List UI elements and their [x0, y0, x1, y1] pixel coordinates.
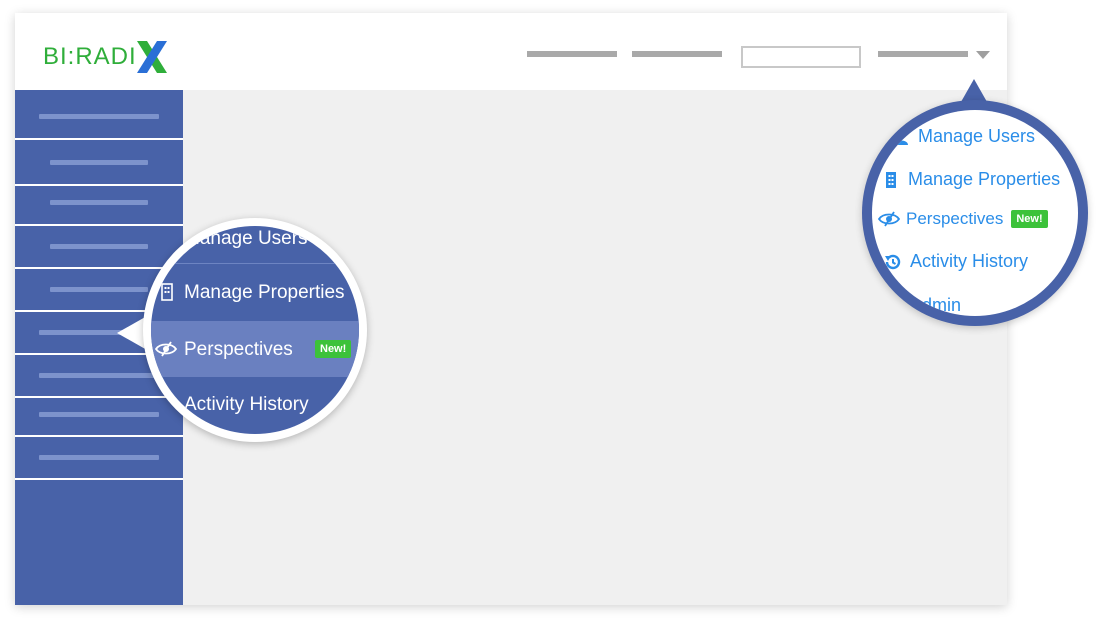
menu-item-activity-history[interactable]: Activity History [882, 251, 1028, 272]
menu-item-manage-properties[interactable]: Manage Properties [151, 264, 359, 320]
menu-item-label: Admin [910, 295, 962, 315]
logo-text: BI:RADI [43, 43, 137, 70]
menu-item-label: Activity History [910, 251, 1029, 271]
user-menu-placeholder[interactable] [878, 51, 968, 57]
user-icon [890, 129, 912, 145]
chevron-down-icon[interactable] [976, 51, 990, 59]
history-icon [882, 253, 904, 271]
building-icon [880, 171, 902, 189]
sidebar-item-label-placeholder [50, 244, 148, 249]
logo-x-mark [136, 41, 167, 73]
eye-icon [155, 341, 177, 357]
menu-item-label: Manage Properties [184, 282, 345, 303]
sidebar-item[interactable] [15, 186, 183, 226]
new-badge: New! [1011, 210, 1048, 228]
menu-item-manage-properties[interactable]: Manage Properties [880, 169, 1060, 190]
sidebar-item[interactable] [15, 437, 183, 480]
menu-item-label: Manage Users [184, 228, 308, 249]
search-input-placeholder[interactable] [741, 46, 861, 68]
menu-item-label: Perspectives [184, 339, 293, 360]
sidebar-item-label-placeholder [50, 200, 148, 205]
brand-logo[interactable]: BI:RADI [43, 37, 169, 77]
sidebar-item-label-placeholder [50, 287, 148, 292]
sidebar-item[interactable] [15, 90, 183, 140]
menu-item-label: Activity History [184, 394, 309, 415]
sidebar-item-label-placeholder [50, 160, 148, 165]
sidebar-item-label-placeholder [39, 455, 159, 460]
sidebar-magnifier: Manage Users Manage Properties Perspecti… [143, 218, 367, 442]
menu-item-manage-users[interactable]: Manage Users [890, 126, 1035, 147]
new-badge: New! [315, 340, 352, 358]
nav-link-placeholder-2[interactable] [632, 51, 722, 57]
building-icon [161, 283, 173, 301]
menu-item-label: Perspectives [906, 209, 1004, 228]
sidebar-item-label-placeholder [39, 412, 159, 417]
eye-icon [878, 211, 900, 227]
sidebar-item-label-placeholder [39, 114, 159, 119]
menu-item-label: Manage Properties [908, 169, 1061, 189]
menu-item-perspectives[interactable]: Perspectives New! [151, 321, 359, 377]
menu-item-label: Manage Users [918, 126, 1036, 146]
top-header: BI:RADI [15, 13, 1007, 90]
sidebar-magnifier-view: Manage Users Manage Properties Perspecti… [151, 226, 359, 434]
menu-item-perspectives[interactable]: Perspectives New! [878, 209, 1048, 229]
menu-item-admin[interactable]: Admin [910, 295, 961, 316]
menu-item-activity-history[interactable]: Activity History [151, 378, 359, 434]
dropdown-magnifier-view: Manage Users Manage Properties Perspecti… [872, 110, 1078, 316]
sidebar-item[interactable] [15, 140, 183, 186]
sidebar-item-label-placeholder [39, 373, 159, 378]
nav-link-placeholder-1[interactable] [527, 51, 617, 57]
dropdown-magnifier: Manage Users Manage Properties Perspecti… [862, 100, 1088, 326]
menu-item-manage-users[interactable]: Manage Users [151, 226, 359, 262]
